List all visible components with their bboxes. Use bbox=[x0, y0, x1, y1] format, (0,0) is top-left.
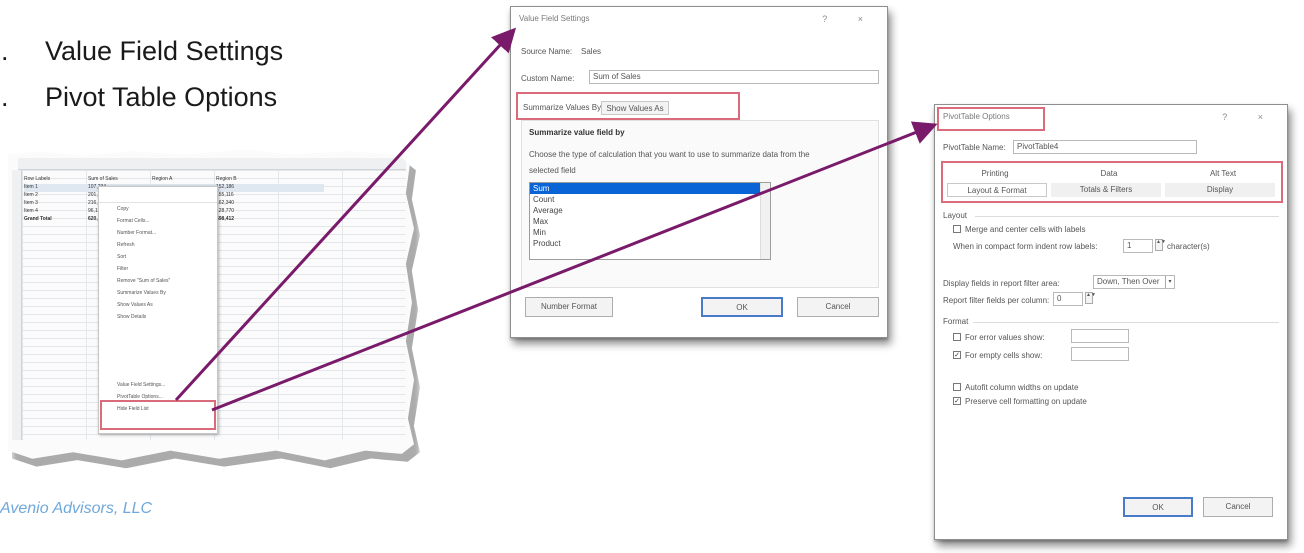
section-title: Summarize value field by bbox=[529, 128, 625, 137]
menu-item[interactable]: Summarize Values By bbox=[99, 287, 217, 299]
menu-highlight-box bbox=[100, 400, 216, 430]
bullet-number: 1. bbox=[0, 36, 9, 66]
preserve-format-label: Preserve cell formatting on update bbox=[965, 397, 1087, 406]
menu-item[interactable]: Refresh bbox=[99, 239, 217, 251]
cell: 152,186 bbox=[216, 184, 235, 190]
context-menu: Copy Format Cells... Number Format... Re… bbox=[98, 186, 218, 434]
cell: Item 2 bbox=[24, 192, 38, 198]
pivottable-name-label: PivotTable Name: bbox=[943, 143, 1006, 152]
tabs-highlight-box bbox=[516, 92, 740, 120]
custom-name-label: Custom Name: bbox=[521, 74, 575, 83]
number-format-button[interactable]: Number Format bbox=[525, 297, 613, 317]
screenshot-paper: Row Labels Sum of Sales Region A Region B I… bbox=[8, 149, 414, 461]
pivot-row: Row Labels Sum of Sales Region A Region B bbox=[24, 176, 324, 184]
indent-unit: character(s) bbox=[1167, 242, 1210, 251]
cell: Sum of Sales bbox=[88, 176, 118, 182]
cell: 128,770 bbox=[216, 208, 235, 214]
pivottable-name-input[interactable]: PivotTable4 bbox=[1013, 140, 1197, 154]
list-scrollbar[interactable] bbox=[760, 183, 770, 259]
menu-item[interactable]: Format Cells... bbox=[99, 215, 217, 227]
cell: 155,116 bbox=[216, 192, 234, 198]
source-name-value: Sales bbox=[581, 47, 602, 56]
menu-spacer bbox=[99, 323, 217, 379]
cell: Region A bbox=[152, 176, 173, 182]
title-controls[interactable]: ? × bbox=[1222, 105, 1277, 129]
list-item[interactable]: Max bbox=[530, 216, 770, 227]
menu-item[interactable]: Remove "Sum of Sales" bbox=[99, 275, 217, 287]
cancel-button[interactable]: Cancel bbox=[797, 297, 879, 317]
merge-label: Merge and center cells with labels bbox=[965, 225, 1086, 234]
cancel-button[interactable]: Cancel bbox=[1203, 497, 1273, 517]
menu-item[interactable]: Copy bbox=[99, 203, 217, 215]
mini-toolbar bbox=[99, 187, 217, 203]
list-item[interactable]: Min bbox=[530, 227, 770, 238]
indent-label: When in compact form indent row labels: bbox=[953, 242, 1098, 251]
display-fields-label: Display fields in report filter area: bbox=[943, 279, 1060, 288]
excel-screenshot: Row Labels Sum of Sales Region A Region B I… bbox=[8, 148, 420, 470]
cell: 598,412 bbox=[216, 216, 235, 222]
report-filter-label: Report filter fields per column: bbox=[943, 296, 1050, 305]
menu-item[interactable]: Filter bbox=[99, 263, 217, 275]
function-listbox[interactable]: Sum Count Average Max Min Product bbox=[529, 182, 771, 260]
report-filter-input[interactable]: 0 bbox=[1053, 292, 1083, 306]
pivottable-options-dialog: PivotTable Options ? × PivotTable Name: … bbox=[934, 104, 1288, 540]
separator bbox=[973, 322, 1279, 323]
row-headers bbox=[12, 170, 22, 440]
section-description: Choose the type of calculation that you … bbox=[529, 150, 810, 175]
cell: Item 1 bbox=[24, 184, 38, 190]
cell: Item 3 bbox=[24, 200, 38, 206]
list-item[interactable]: Product bbox=[530, 238, 770, 249]
menu-item[interactable]: Sort bbox=[99, 251, 217, 263]
preserve-format-checkbox[interactable]: ✓ bbox=[953, 397, 961, 405]
menu-item[interactable]: Number Format... bbox=[99, 227, 217, 239]
indent-spinner[interactable]: ▲▼ bbox=[1155, 239, 1166, 251]
tabs-highlight-box bbox=[941, 161, 1283, 203]
separator bbox=[975, 216, 1279, 217]
autofit-label: Autofit column widths on update bbox=[965, 383, 1079, 392]
title-highlight-box bbox=[937, 107, 1045, 131]
bullet-text: Value Field Settings bbox=[45, 36, 284, 66]
cell: Row Labels bbox=[24, 176, 51, 182]
cell: Region B bbox=[216, 176, 237, 182]
cell: Item 4 bbox=[24, 208, 38, 214]
autofit-checkbox[interactable] bbox=[953, 383, 961, 391]
empty-cells-label: For empty cells show: bbox=[965, 351, 1043, 360]
column-headers bbox=[18, 158, 406, 170]
bullet-text: Pivot Table Options bbox=[45, 82, 278, 112]
report-filter-spinner[interactable]: ▲▼ bbox=[1085, 292, 1096, 304]
ok-button[interactable]: OK bbox=[701, 297, 783, 317]
format-section-label: Format bbox=[943, 317, 969, 326]
empty-cells-input[interactable] bbox=[1071, 347, 1129, 361]
cell: Grand Total bbox=[24, 216, 52, 222]
list-item[interactable]: Count bbox=[530, 194, 770, 205]
merge-checkbox[interactable] bbox=[953, 225, 961, 233]
list-item[interactable]: Average bbox=[530, 205, 770, 216]
list-item[interactable]: Sum bbox=[530, 183, 770, 194]
empty-cells-checkbox[interactable]: ✓ bbox=[953, 351, 961, 359]
custom-name-input[interactable]: Sum of Sales bbox=[589, 70, 879, 84]
indent-input[interactable]: 1 bbox=[1123, 239, 1153, 253]
ok-button[interactable]: OK bbox=[1123, 497, 1193, 517]
error-values-checkbox[interactable] bbox=[953, 333, 961, 341]
display-fields-select[interactable]: Down, Then Over bbox=[1093, 275, 1175, 289]
error-values-input[interactable] bbox=[1071, 329, 1129, 343]
cell: 162,340 bbox=[216, 200, 235, 206]
menu-item-value-field-settings[interactable]: Value Field Settings... bbox=[99, 379, 217, 391]
source-name-label: Source Name: bbox=[521, 47, 573, 56]
menu-item[interactable]: Show Values As bbox=[99, 299, 217, 311]
title-controls[interactable]: ? × bbox=[822, 7, 877, 31]
error-values-label: For error values show: bbox=[965, 333, 1045, 342]
chevron-down-icon[interactable]: ▾ bbox=[1165, 276, 1174, 288]
value-field-settings-dialog: Value Field Settings ? × Source Name: Sa… bbox=[510, 6, 888, 338]
bullet-number: 2. bbox=[0, 82, 9, 112]
layout-section-label: Layout bbox=[943, 211, 968, 220]
footer-credit: Avenio Advisors, LLC bbox=[0, 500, 153, 517]
menu-item[interactable]: Show Details bbox=[99, 311, 217, 323]
